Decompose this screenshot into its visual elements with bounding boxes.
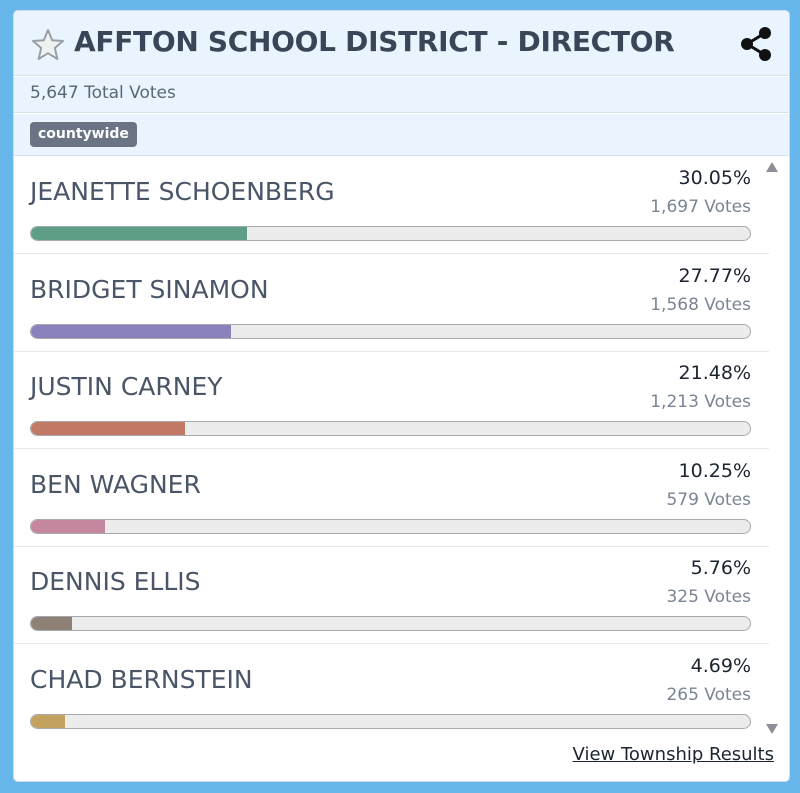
- candidate-list[interactable]: JEANETTE SCHOENBERG 30.05% 1,697 Votes BRID…: [14, 157, 769, 737]
- candidate-row: BEN WAGNER 10.25% 579 Votes: [14, 450, 769, 547]
- race-title: AFFTON SCHOOL DISTRICT - DIRECTOR: [74, 25, 675, 58]
- vote-share-bar: [30, 421, 751, 436]
- candidate-votes: 1,213 Votes: [650, 392, 751, 412]
- vote-share-bar-fill: [31, 324, 231, 338]
- candidate-votes: 579 Votes: [666, 489, 751, 510]
- vote-share-bar: [30, 226, 751, 241]
- candidate-row: JUSTIN CARNEY 21.48% 1,213 Votes: [14, 352, 769, 449]
- candidate-row: DENNIS ELLIS 5.76% 325 Votes: [14, 547, 769, 644]
- vote-share-bar-fill: [31, 714, 65, 728]
- candidate-row: CHAD BERNSTEIN 4.69% 265 Votes: [14, 645, 769, 738]
- candidate-name: BRIDGET SINAMON: [30, 274, 269, 304]
- scroll-down-arrow-icon[interactable]: [765, 723, 779, 735]
- vote-share-bar-fill: [31, 227, 248, 240]
- share-icon[interactable]: [737, 25, 775, 63]
- candidate-row: JEANETTE SCHOENBERG 30.05% 1,697 Votes: [14, 157, 769, 254]
- total-votes: 5,647 Total Votes: [30, 83, 176, 103]
- tag-bar: countywide: [14, 114, 789, 156]
- candidate-percent: 5.76%: [690, 557, 751, 579]
- vote-share-bar-fill: [31, 617, 73, 630]
- candidate-votes: 1,697 Votes: [650, 197, 751, 217]
- candidate-name: BEN WAGNER: [30, 469, 201, 499]
- candidate-name: JEANETTE SCHOENBERG: [30, 177, 335, 206]
- candidate-percent: 27.77%: [678, 264, 751, 287]
- candidate-votes: 1,568 Votes: [650, 294, 751, 315]
- candidate-name: DENNIS ELLIS: [30, 567, 201, 596]
- candidate-percent: 4.69%: [690, 654, 751, 677]
- vote-share-bar: [30, 616, 751, 631]
- candidate-row: BRIDGET SINAMON 27.77% 1,568 Votes: [14, 255, 769, 352]
- vote-share-bar-fill: [31, 519, 105, 533]
- candidate-percent: 21.48%: [678, 362, 751, 384]
- view-township-results-link[interactable]: View Township Results: [573, 744, 774, 765]
- vote-share-bar: [30, 518, 751, 534]
- vote-share-bar: [30, 323, 751, 339]
- total-votes-bar: 5,647 Total Votes: [14, 77, 789, 113]
- countywide-badge: countywide: [30, 122, 137, 147]
- candidate-percent: 10.25%: [678, 459, 751, 482]
- race-results-card: AFFTON SCHOOL DISTRICT - DIRECTOR 5,647 …: [13, 10, 790, 782]
- candidate-votes: 325 Votes: [666, 587, 751, 607]
- candidate-votes: 265 Votes: [666, 684, 751, 705]
- vote-share-bar-fill: [31, 422, 186, 435]
- vote-share-bar: [30, 713, 751, 729]
- candidate-name: CHAD BERNSTEIN: [30, 664, 253, 694]
- candidate-name: JUSTIN CARNEY: [30, 372, 223, 401]
- scroll-up-arrow-icon[interactable]: [765, 161, 779, 173]
- candidate-percent: 30.05%: [678, 167, 751, 189]
- star-icon[interactable]: [31, 28, 65, 62]
- card-header: AFFTON SCHOOL DISTRICT - DIRECTOR: [14, 11, 789, 76]
